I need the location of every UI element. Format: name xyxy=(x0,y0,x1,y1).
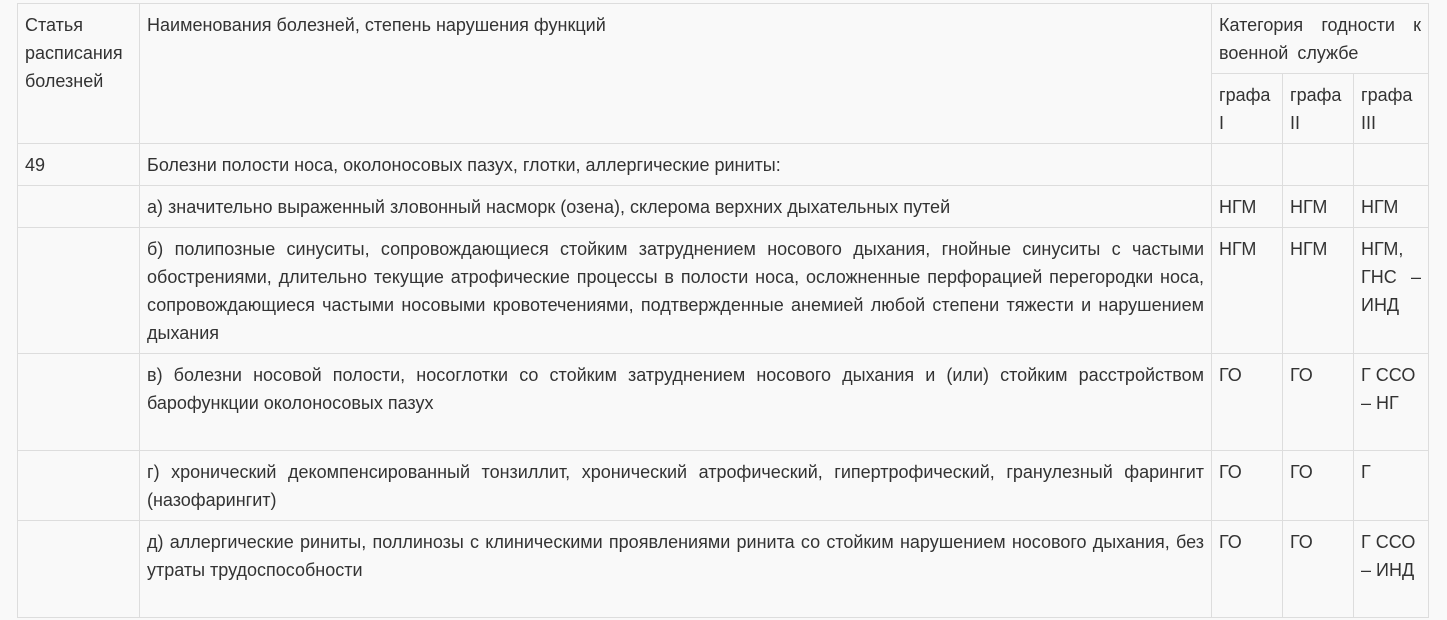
category-column-2: НГМ xyxy=(1282,185,1354,228)
header-column-3: графа III xyxy=(1353,73,1429,144)
disease-description: б) полипозные синуситы, сопровождающиеся… xyxy=(139,227,1212,354)
disease-description: г) хронический декомпенсированный тонзил… xyxy=(139,450,1212,521)
category-column-3: Г ССО – НГ xyxy=(1353,353,1429,451)
category-column-1: НГМ xyxy=(1211,185,1283,228)
cell-empty xyxy=(17,227,140,354)
table-row: а) значительно выраженный зловонный насм… xyxy=(17,185,1429,228)
category-column-2: ГО xyxy=(1282,450,1354,521)
cell-empty xyxy=(1353,143,1429,186)
cell-empty xyxy=(17,185,140,228)
category-column-3: Г ССО – ИНД xyxy=(1353,520,1429,618)
disease-description: а) значительно выраженный зловонный насм… xyxy=(139,185,1212,228)
category-column-1: ГО xyxy=(1211,353,1283,451)
header-diseases: Наименования болезней, степень нарушения… xyxy=(139,3,1212,144)
cell-empty xyxy=(17,450,140,521)
category-column-3: НГМ xyxy=(1353,185,1429,228)
disease-description: в) болезни носовой полости, носоглотки с… xyxy=(139,353,1212,451)
category-column-2: НГМ xyxy=(1282,227,1354,354)
category-column-1: ГО xyxy=(1211,520,1283,618)
disease-description: д) аллергические риниты, поллинозы с кли… xyxy=(139,520,1212,618)
category-column-1: НГМ xyxy=(1211,227,1283,354)
article-number: 49 xyxy=(17,143,140,186)
cell-empty xyxy=(1282,143,1354,186)
category-column-3: НГМ, ГНС – ИНД xyxy=(1353,227,1429,354)
category-column-2: ГО xyxy=(1282,520,1354,618)
header-column-2: графа II xyxy=(1282,73,1354,144)
table-row: д) аллергические риниты, поллинозы с кли… xyxy=(17,520,1429,618)
cell-empty xyxy=(17,520,140,618)
cell-empty xyxy=(1211,143,1283,186)
table-header-row: Статья расписания болезней Наименования … xyxy=(17,3,1429,144)
table-row-article: 49 Болезни полости носа, околоносовых па… xyxy=(17,143,1429,186)
section-title: Болезни полости носа, околоносовых пазух… xyxy=(139,143,1212,186)
table-row: б) полипозные синуситы, сопровождающиеся… xyxy=(17,227,1429,354)
table-row: г) хронический декомпенсированный тонзил… xyxy=(17,450,1429,521)
table-row: в) болезни носовой полости, носоглотки с… xyxy=(17,353,1429,451)
category-column-2: ГО xyxy=(1282,353,1354,451)
header-category: Категория годности к военной службе xyxy=(1211,3,1429,74)
cell-empty xyxy=(17,353,140,451)
category-column-1: ГО xyxy=(1211,450,1283,521)
header-column-1: графа I xyxy=(1211,73,1283,144)
category-column-3: Г xyxy=(1353,450,1429,521)
header-article: Статья расписания болезней xyxy=(17,3,140,144)
disease-schedule-table: Статья расписания болезней Наименования … xyxy=(17,3,1429,618)
